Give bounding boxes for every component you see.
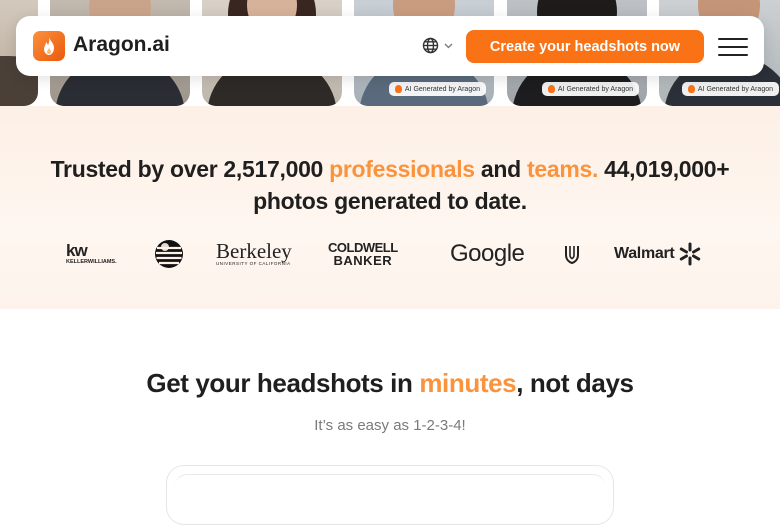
google-logo: Google — [450, 240, 525, 267]
steps-card — [166, 465, 614, 525]
unitedhealth-logo — [565, 239, 579, 269]
hamburger-menu-icon[interactable] — [718, 38, 748, 56]
chevron-down-icon — [444, 43, 453, 48]
top-navbar: Aragon.ai Create your headshots now — [16, 16, 764, 76]
flame-icon — [394, 85, 402, 93]
trusted-subline: photos generated to date. — [253, 188, 527, 214]
ai-generated-badge: AI Generated by Aragon — [681, 82, 779, 96]
steps-subtitle: It’s as easy as 1-2-3-4! — [314, 417, 466, 434]
steps-card-inner — [175, 474, 605, 514]
create-headshots-button[interactable]: Create your headshots now — [466, 30, 704, 63]
keller-williams-logo: kw KELLERWILLIAMS. — [66, 240, 117, 265]
ai-generated-badge: AI Generated by Aragon — [541, 82, 639, 96]
flame-icon — [687, 85, 695, 93]
flame-icon — [547, 85, 555, 93]
globe-icon — [422, 37, 439, 54]
client-logos: kw KELLERWILLIAMS. Berkeley UNIVERSITY O… — [0, 239, 780, 269]
trusted-by-section: Trusted by over 2,517,000 professionals … — [0, 106, 780, 309]
brand-name[interactable]: Aragon.ai — [73, 33, 170, 57]
att-logo — [154, 239, 184, 269]
coldwell-banker-logo: COLDWELL BANKER — [328, 240, 398, 268]
trusted-headline: Trusted by over 2,517,000 professionals … — [50, 156, 730, 182]
berkeley-logo: Berkeley UNIVERSITY OF CALIFORNIA — [216, 239, 292, 267]
walmart-logo: Walmart — [614, 239, 702, 269]
flame-icon — [44, 37, 54, 55]
att-globe-icon — [155, 240, 183, 268]
ai-generated-badge: AI Generated by Aragon — [388, 82, 486, 96]
brand-logo[interactable] — [33, 31, 65, 61]
spark-icon — [680, 242, 701, 266]
shield-u-icon — [565, 246, 579, 264]
language-selector[interactable] — [422, 37, 453, 54]
steps-title: Get your headshots in minutes, not days — [146, 368, 634, 398]
